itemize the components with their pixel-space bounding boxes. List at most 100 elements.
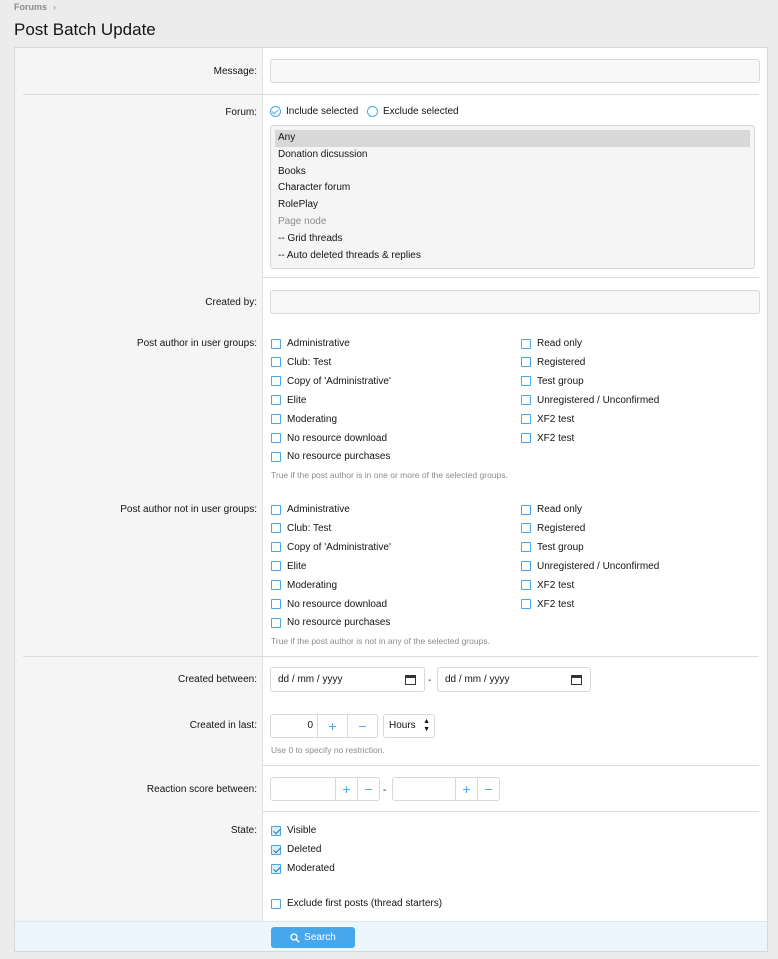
label-forum: Forum:	[225, 107, 257, 118]
label-author-in-groups: Post author in user groups:	[136, 338, 257, 349]
checkbox-user-group[interactable]: Copy of 'Administrative'	[271, 376, 391, 387]
checkbox-user-group[interactable]: Moderating	[271, 414, 337, 425]
radio-include-selected[interactable]: Include selected	[270, 106, 358, 117]
forum-option[interactable]: Books	[275, 164, 750, 181]
checkbox-user-group[interactable]: No resource purchases	[271, 617, 390, 628]
checkbox-user-group[interactable]: Elite	[271, 561, 306, 572]
checkbox-state-moderated[interactable]: Moderated	[271, 863, 335, 874]
checkbox-checked-icon	[271, 844, 281, 855]
forum-option[interactable]: Character forum	[275, 180, 750, 197]
checkbox-user-group[interactable]: XF2 test	[521, 414, 574, 425]
forum-option[interactable]: RolePlay	[275, 197, 750, 214]
checkbox-user-group[interactable]: Test group	[521, 376, 584, 387]
checkbox-exclude-first-posts[interactable]: Exclude first posts (thread starters)	[271, 898, 442, 909]
date-from-input[interactable]: dd / mm / yyyy	[270, 667, 425, 692]
radio-exclude-selected[interactable]: Exclude selected	[367, 106, 459, 117]
form-block: Message: Forum: Include selected Exclude…	[14, 47, 768, 952]
label-author-not-in-groups: Post author not in user groups:	[120, 504, 257, 515]
date-from-placeholder: dd / mm / yyyy	[278, 674, 343, 685]
checkbox-user-group[interactable]: XF2 test	[521, 599, 574, 610]
increment-button[interactable]: +	[335, 778, 357, 800]
checkbox-user-group[interactable]: Unregistered / Unconfirmed	[521, 561, 659, 572]
checkbox-unchecked-icon	[271, 580, 281, 591]
reaction-max-value[interactable]	[393, 778, 455, 800]
checkbox-state-visible[interactable]: Visible	[271, 825, 316, 836]
checkbox-unchecked-icon	[521, 523, 531, 534]
checkbox-unchecked-icon	[271, 504, 281, 515]
checkbox-user-group[interactable]: XF2 test	[521, 433, 574, 444]
checkbox-label: Registered	[537, 356, 586, 368]
hint-zero: Use 0 to specify no restriction.	[271, 745, 385, 755]
checkbox-unchecked-icon	[521, 338, 531, 349]
reaction-max-stepper[interactable]: + −	[392, 777, 500, 801]
calendar-icon[interactable]	[571, 674, 582, 685]
form-footer: Search	[15, 921, 767, 951]
page-title: Post Batch Update	[14, 20, 156, 39]
checkbox-user-group[interactable]: Administrative	[271, 338, 350, 349]
checkbox-user-group[interactable]: No resource download	[271, 433, 387, 444]
decrement-button[interactable]: −	[347, 715, 377, 737]
increment-button[interactable]: +	[317, 715, 347, 737]
search-button[interactable]: Search	[271, 927, 355, 948]
checkbox-unchecked-icon	[521, 542, 531, 553]
checkbox-unchecked-icon	[271, 395, 281, 406]
decrement-button[interactable]: −	[357, 778, 379, 800]
forum-option[interactable]: Donation dicsussion	[275, 147, 750, 164]
checkbox-unchecked-icon	[271, 898, 281, 909]
checkbox-label: Elite	[287, 394, 307, 406]
checkbox-user-group[interactable]: XF2 test	[521, 580, 574, 591]
checkbox-user-group[interactable]: Club: Test	[271, 523, 331, 534]
created-last-stepper[interactable]: 0 + −	[270, 714, 378, 738]
select-arrow-icon: ▲ ▼	[423, 718, 430, 733]
checkbox-user-group[interactable]: Unregistered / Unconfirmed	[521, 395, 659, 406]
checkbox-label: Administrative	[287, 338, 350, 349]
checkbox-user-group[interactable]: Registered	[521, 523, 585, 534]
calendar-icon[interactable]	[405, 674, 416, 685]
checkbox-label: No resource download	[287, 432, 388, 444]
forum-option[interactable]: -- Auto deleted threads & replies	[275, 248, 750, 265]
reaction-min-stepper[interactable]: + −	[270, 777, 380, 801]
checkbox-user-group[interactable]: Moderating	[271, 580, 337, 591]
checkbox-user-group[interactable]: Read only	[521, 504, 582, 515]
checkbox-label: Copy of 'Administrative'	[287, 375, 391, 387]
label-created-by: Created by:	[205, 297, 257, 308]
checkbox-unchecked-icon	[271, 433, 281, 443]
forum-listbox[interactable]: Any Donation dicsussion Books Character …	[270, 125, 755, 269]
hint-author-in: True if the post author is in one or mor…	[271, 470, 508, 480]
checkbox-user-group[interactable]: Administrative	[271, 504, 350, 515]
reaction-min-value[interactable]	[271, 778, 335, 800]
forum-option[interactable]: Any	[275, 130, 750, 147]
checkbox-user-group[interactable]: Read only	[521, 338, 582, 349]
breadcrumb-forums[interactable]: Forums	[14, 2, 47, 12]
date-to-input[interactable]: dd / mm / yyyy	[437, 667, 591, 692]
checkbox-label: No resource download	[287, 598, 388, 610]
decrement-button[interactable]: −	[477, 778, 499, 800]
checkbox-user-group[interactable]: Test group	[521, 542, 584, 553]
label-created-in-last: Created in last:	[189, 720, 257, 731]
created-by-input[interactable]	[270, 290, 760, 314]
created-last-value[interactable]: 0	[271, 715, 317, 737]
checkbox-label: Registered	[537, 522, 586, 534]
checkbox-label: Unregistered / Unconfirmed	[537, 394, 660, 406]
checkbox-user-group[interactable]: Elite	[271, 395, 306, 406]
checkbox-user-group[interactable]: Club: Test	[271, 357, 331, 368]
reaction-range-dash: -	[383, 785, 387, 796]
time-unit-select[interactable]: Hours ▲ ▼	[383, 714, 435, 738]
forum-option[interactable]: -- Grid threads	[275, 231, 750, 248]
increment-button[interactable]: +	[455, 778, 477, 800]
checkbox-user-group[interactable]: No resource purchases	[271, 451, 390, 462]
message-input[interactable]	[270, 59, 760, 83]
checkbox-state-deleted[interactable]: Deleted	[271, 844, 321, 855]
checkbox-unchecked-icon	[521, 580, 531, 591]
divider	[263, 277, 759, 278]
checkbox-label: Copy of 'Administrative'	[287, 541, 391, 553]
checkbox-user-group[interactable]: No resource download	[271, 599, 387, 610]
checkbox-user-group[interactable]: Registered	[521, 357, 585, 368]
checkbox-unchecked-icon	[521, 504, 531, 515]
forum-option[interactable]: Page node	[275, 214, 750, 231]
checkbox-unchecked-icon	[521, 376, 531, 387]
checkbox-unchecked-icon	[271, 414, 281, 425]
label-state: State:	[230, 825, 257, 836]
checkbox-user-group[interactable]: Copy of 'Administrative'	[271, 542, 391, 553]
checkbox-label: Administrative	[287, 504, 350, 515]
